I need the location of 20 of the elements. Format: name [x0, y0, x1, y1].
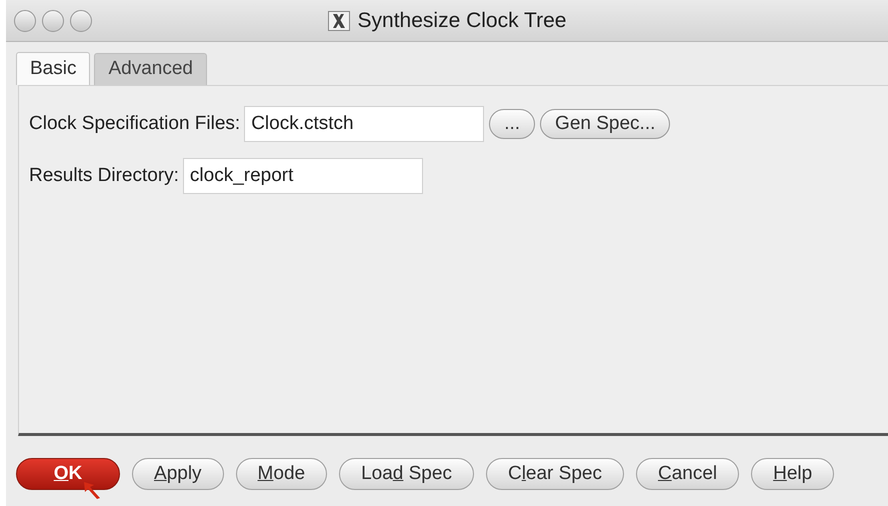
dialog-button[interactable]: ... [489, 109, 536, 139]
window-control-icon[interactable] [14, 10, 36, 32]
window-control-icon[interactable] [42, 10, 64, 32]
dialog-button[interactable]: Clear Spec [486, 458, 624, 490]
text-field[interactable]: Clock.ctstch [244, 106, 484, 142]
dialog-button[interactable]: Gen Spec... [540, 109, 670, 139]
dialog-button[interactable]: Mode [236, 458, 328, 490]
dialog-button[interactable]: Apply [132, 458, 224, 490]
x-logo-icon [328, 10, 350, 30]
tab[interactable]: Advanced [94, 53, 207, 85]
field-label: Clock Specification Files: [29, 112, 240, 136]
window-control-icon[interactable] [70, 10, 92, 32]
window-title: Synthesize Clock Tree [358, 8, 566, 34]
tab[interactable]: Basic [16, 52, 90, 85]
dialog-button[interactable]: Cancel [636, 458, 740, 490]
field-label: Results Directory: [29, 164, 179, 188]
text-field[interactable]: clock_report [182, 158, 423, 194]
dialog-button[interactable]: Help [751, 458, 834, 490]
dialog-button[interactable]: Load Spec [339, 458, 474, 490]
dialog-button[interactable]: OK [16, 458, 120, 490]
